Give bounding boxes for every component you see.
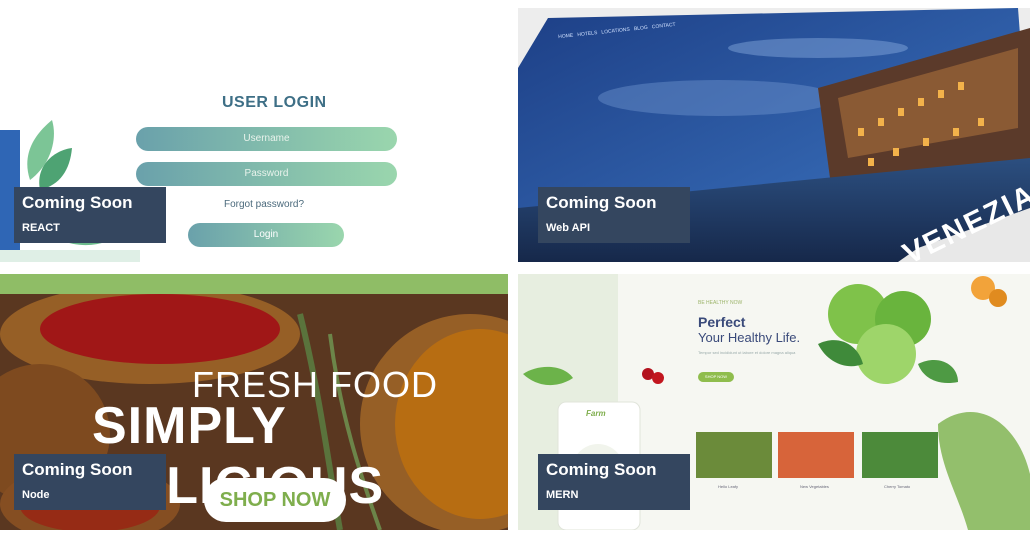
hero-heading-line-1: Perfect [698,314,746,330]
hero-heading-line-2: Your Healthy Life. [698,330,801,345]
card-subtitle: MERN [546,489,579,501]
project-card-web-api[interactable]: HOME HOTELS LOCATIONS BLOG CONTACT VENEZ… [518,8,1030,262]
card-caption: Coming Soon Node [14,454,166,510]
username-field[interactable]: Username [136,127,397,151]
password-field[interactable]: Password [136,162,397,186]
brand-logo: Farm [586,409,606,418]
hero-tag: BE HEALTHY NOW [698,300,743,306]
project-card-react[interactable]: USER LOGIN Username Password Forgot pass… [0,0,508,262]
card-title: Coming Soon [546,460,657,479]
shop-button[interactable]: SHOP NOW [698,372,734,382]
login-heading: USER LOGIN [222,94,327,111]
card-subtitle: Node [22,489,50,501]
top-green-strip [0,274,508,294]
product-label[interactable]: New Vegetables [800,484,829,489]
card-subtitle: REACT [22,222,60,234]
card-caption: Coming Soon Web API [538,187,690,243]
card-title: Coming Soon [546,193,657,212]
shop-now-button[interactable]: SHOP NOW [204,478,346,522]
hero-description: Tempor sed incididunt ut labore et dolor… [698,350,796,355]
project-card-node[interactable]: FRESH FOOD SIMPLY DELICIOUS SHOP NOW Com… [0,274,508,530]
card-subtitle: Web API [546,222,591,234]
project-card-mern[interactable]: BE HEALTHY NOW Perfect Your Healthy Life… [518,274,1030,530]
product-label[interactable]: Cherry Tomato [884,484,910,489]
card-title: Coming Soon [22,460,133,479]
product-label[interactable]: Hello Leafy [718,484,738,489]
card-caption: Coming Soon MERN [538,454,690,510]
forgot-password-link[interactable]: Forgot password? [224,199,304,210]
card-caption: Coming Soon REACT [14,187,166,243]
login-button[interactable]: Login [188,223,344,247]
card-title: Coming Soon [22,193,133,212]
